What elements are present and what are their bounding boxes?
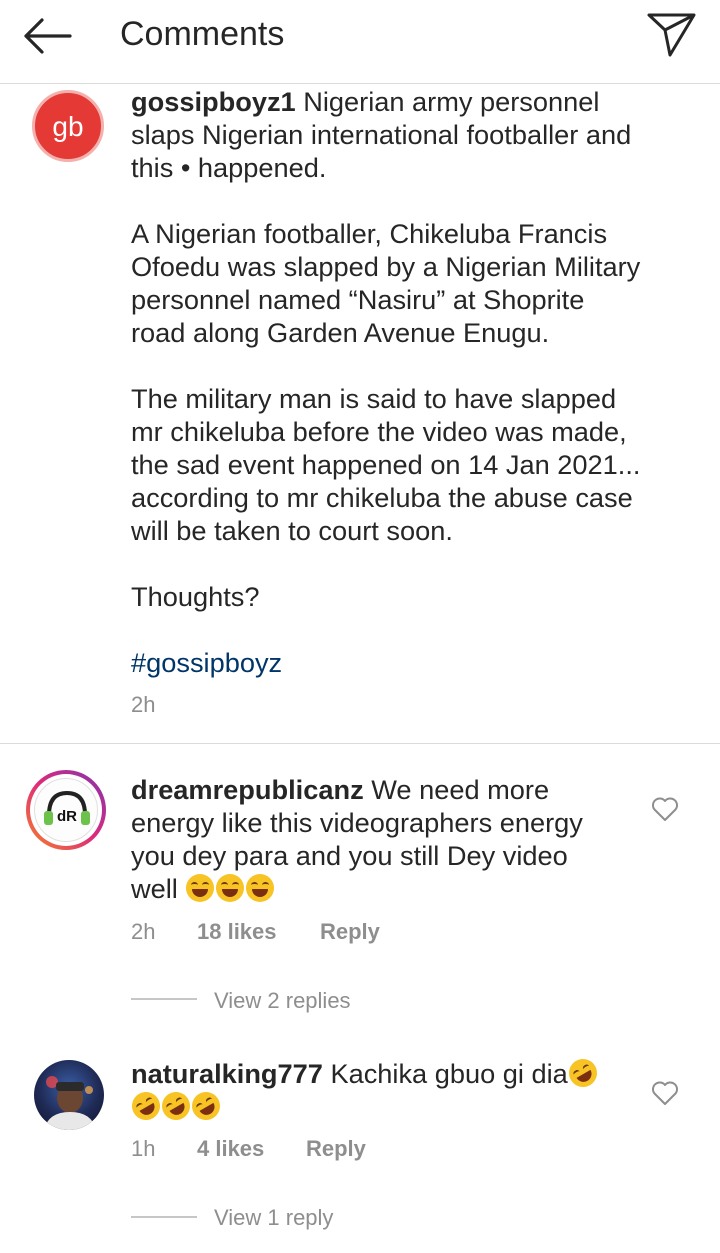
hashtag-link[interactable]: #gossipboyz — [131, 647, 282, 678]
post-username[interactable]: gossipboyz1 — [131, 86, 296, 117]
caption-text: Nigerian army personnel slaps Nigerian i… — [131, 86, 641, 612]
replies-divider-line — [131, 998, 197, 1000]
svg-text:dR: dR — [57, 808, 77, 825]
view-replies-button[interactable]: View 1 reply — [214, 1205, 333, 1231]
back-arrow-icon[interactable] — [18, 14, 78, 58]
send-icon[interactable] — [644, 10, 698, 58]
page-title: Comments — [120, 15, 285, 53]
post-author-avatar[interactable]: gb — [32, 90, 104, 162]
face-with-tears-of-joy-icon — [185, 873, 275, 904]
comment-text: dreamrepublicanz We need more energy lik… — [131, 773, 651, 905]
comment-likes[interactable]: 18 likes — [197, 919, 277, 945]
comment-time: 1h — [131, 1136, 156, 1161]
view-replies-button[interactable]: View 2 replies — [214, 988, 351, 1014]
profile-photo-icon — [44, 1076, 96, 1130]
gb-logo-text: gb — [52, 111, 83, 142]
commenter-avatar[interactable] — [34, 1060, 104, 1130]
reply-button[interactable]: Reply — [320, 919, 380, 945]
reply-button[interactable]: Reply — [306, 1136, 366, 1162]
comment-text: naturalking777 Kachika gbuo gi dia — [126, 1053, 651, 1126]
comment-username[interactable]: dreamrepublicanz — [131, 774, 364, 805]
replies-divider-line — [131, 1216, 197, 1218]
like-heart-icon[interactable] — [651, 796, 679, 822]
post-caption: gossipboyz1 Nigerian army personnel slap… — [131, 85, 701, 679]
post-time: 2h — [131, 692, 156, 717]
caption-divider — [0, 743, 720, 744]
comment-username[interactable]: naturalking777 — [131, 1058, 323, 1089]
headphones-logo-icon: dR — [44, 790, 90, 825]
top-bar: Comments — [0, 0, 720, 84]
commenter-avatar[interactable]: dR — [26, 770, 106, 850]
comment-likes[interactable]: 4 likes — [197, 1136, 264, 1162]
comment-time: 2h — [131, 919, 156, 944]
like-heart-icon[interactable] — [651, 1080, 679, 1106]
comment-body: Kachika gbuo gi dia — [322, 1058, 568, 1089]
